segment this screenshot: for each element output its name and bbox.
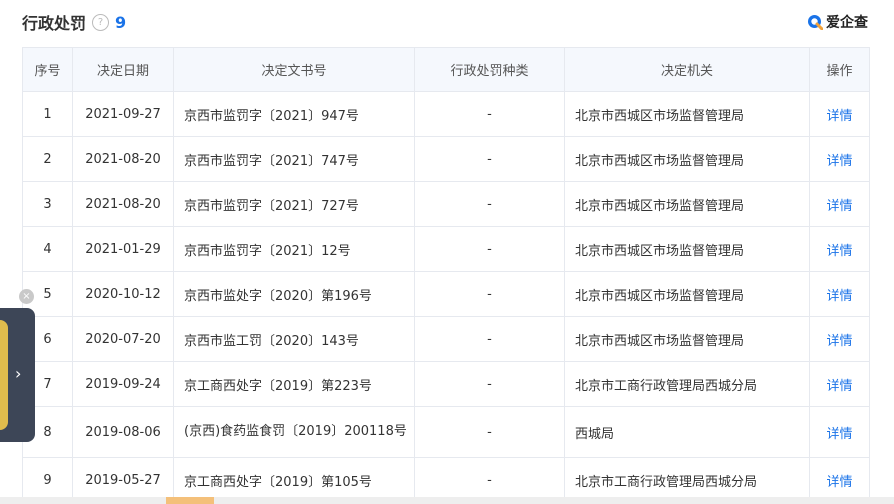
cell-date: 2021-08-20 — [72, 181, 174, 227]
cell-doc: 京工商西处字〔2019〕第223号 — [173, 361, 415, 407]
cell-date: 2021-09-27 — [72, 91, 174, 137]
column-header-date: 决定日期 — [72, 47, 174, 92]
side-panel-close-icon[interactable]: × — [19, 289, 34, 304]
cell-doc: (京西)食药监食罚〔2019〕200118号 — [173, 406, 415, 458]
cell-action: 详情 — [809, 361, 870, 407]
chevron-right-icon[interactable]: › — [15, 364, 21, 383]
cell-no: 3 — [22, 181, 73, 227]
cell-doc: 京西市监罚字〔2021〕727号 — [173, 181, 415, 227]
detail-link[interactable]: 详情 — [826, 379, 852, 394]
brand-logo[interactable]: 爱企查 — [807, 12, 868, 32]
cell-no: 4 — [22, 226, 73, 272]
table-row: 6 2020-07-20 京西市监工罚〔2020〕143号 - 北京市西城区市场… — [22, 316, 870, 362]
table-row: 1 2021-09-27 京西市监罚字〔2021〕947号 - 北京市西城区市场… — [22, 91, 870, 137]
detail-link[interactable]: 详情 — [826, 109, 852, 124]
cell-org: 西城局 — [564, 406, 810, 458]
cell-type: - — [414, 91, 565, 137]
cell-action: 详情 — [809, 457, 870, 503]
cell-type: - — [414, 181, 565, 227]
record-count: 9 — [115, 12, 127, 32]
column-header-org: 决定机关 — [564, 47, 810, 92]
detail-link[interactable]: 详情 — [826, 154, 852, 169]
cell-action: 详情 — [809, 406, 870, 458]
penalty-table: 序号 决定日期 决定文书号 行政处罚种类 决定机关 操作 1 2021-09-2… — [22, 47, 870, 503]
cell-doc: 京西市监罚字〔2021〕12号 — [173, 226, 415, 272]
cell-type: - — [414, 226, 565, 272]
cell-date: 2019-09-24 — [72, 361, 174, 407]
cell-action: 详情 — [809, 136, 870, 182]
detail-link[interactable]: 详情 — [826, 334, 852, 349]
cell-type: - — [414, 316, 565, 362]
cell-doc: 京西市监罚字〔2021〕747号 — [173, 136, 415, 182]
cell-org: 北京市西城区市场监督管理局 — [564, 226, 810, 272]
column-header-action: 操作 — [809, 47, 870, 92]
cell-doc: 京工商西处字〔2019〕第105号 — [173, 457, 415, 503]
cell-date: 2020-07-20 — [72, 316, 174, 362]
cell-type: - — [414, 136, 565, 182]
cell-no: 2 — [22, 136, 73, 182]
cell-date: 2020-10-12 — [72, 271, 174, 317]
column-header-no: 序号 — [22, 47, 73, 92]
cell-doc: 京西市监工罚〔2020〕143号 — [173, 316, 415, 362]
detail-link[interactable]: 详情 — [826, 199, 852, 214]
detail-link[interactable]: 详情 — [826, 244, 852, 259]
column-header-doc: 决定文书号 — [173, 47, 415, 92]
scrollbar-thumb[interactable] — [166, 497, 214, 504]
side-floating-panel[interactable]: › — [0, 308, 35, 442]
cell-action: 详情 — [809, 316, 870, 362]
column-header-type: 行政处罚种类 — [414, 47, 565, 92]
cell-org: 北京市工商行政管理局西城分局 — [564, 361, 810, 407]
cell-org: 北京市西城区市场监督管理局 — [564, 136, 810, 182]
cell-action: 详情 — [809, 271, 870, 317]
cell-type: - — [414, 271, 565, 317]
help-icon[interactable]: ? — [92, 13, 110, 31]
section-header: 行政处罚 ? 9 — [22, 10, 126, 34]
cell-action: 详情 — [809, 226, 870, 272]
cell-no: 1 — [22, 91, 73, 137]
table-row: 9 2019-05-27 京工商西处字〔2019〕第105号 - 北京市工商行政… — [22, 457, 870, 503]
table-row: 8 2019-08-06 (京西)食药监食罚〔2019〕200118号 - 西城… — [22, 406, 870, 458]
cell-org: 北京市西城区市场监督管理局 — [564, 271, 810, 317]
cell-type: - — [414, 361, 565, 407]
detail-link[interactable]: 详情 — [826, 289, 852, 304]
cell-doc: 京西市监罚字〔2021〕947号 — [173, 91, 415, 137]
table-row: 2 2021-08-20 京西市监罚字〔2021〕747号 - 北京市西城区市场… — [22, 136, 870, 182]
aiqicha-logo-icon — [808, 15, 823, 30]
table-row: 3 2021-08-20 京西市监罚字〔2021〕727号 - 北京市西城区市场… — [22, 181, 870, 227]
cell-no: 9 — [22, 457, 73, 503]
horizontal-scrollbar[interactable] — [0, 497, 894, 504]
detail-link[interactable]: 详情 — [826, 427, 852, 442]
cell-date: 2019-08-06 — [72, 406, 174, 458]
cell-org: 北京市西城区市场监督管理局 — [564, 181, 810, 227]
cell-org: 北京市西城区市场监督管理局 — [564, 316, 810, 362]
section-title: 行政处罚 — [22, 14, 87, 33]
table-row: 7 2019-09-24 京工商西处字〔2019〕第223号 - 北京市工商行政… — [22, 361, 870, 407]
cell-action: 详情 — [809, 181, 870, 227]
table-row: 5 2020-10-12 京西市监处字〔2020〕第196号 - 北京市西城区市… — [22, 271, 870, 317]
brand-name: 爱企查 — [826, 15, 868, 31]
cell-doc: 京西市监处字〔2020〕第196号 — [173, 271, 415, 317]
cell-date: 2021-08-20 — [72, 136, 174, 182]
side-panel-graphic — [0, 320, 8, 430]
cell-type: - — [414, 457, 565, 503]
cell-org: 北京市西城区市场监督管理局 — [564, 91, 810, 137]
table-header-row: 序号 决定日期 决定文书号 行政处罚种类 决定机关 操作 — [22, 47, 870, 92]
cell-org: 北京市工商行政管理局西城分局 — [564, 457, 810, 503]
cell-action: 详情 — [809, 91, 870, 137]
cell-type: - — [414, 406, 565, 458]
cell-date: 2019-05-27 — [72, 457, 174, 503]
table-row: 4 2021-01-29 京西市监罚字〔2021〕12号 - 北京市西城区市场监… — [22, 226, 870, 272]
cell-date: 2021-01-29 — [72, 226, 174, 272]
detail-link[interactable]: 详情 — [826, 475, 852, 490]
